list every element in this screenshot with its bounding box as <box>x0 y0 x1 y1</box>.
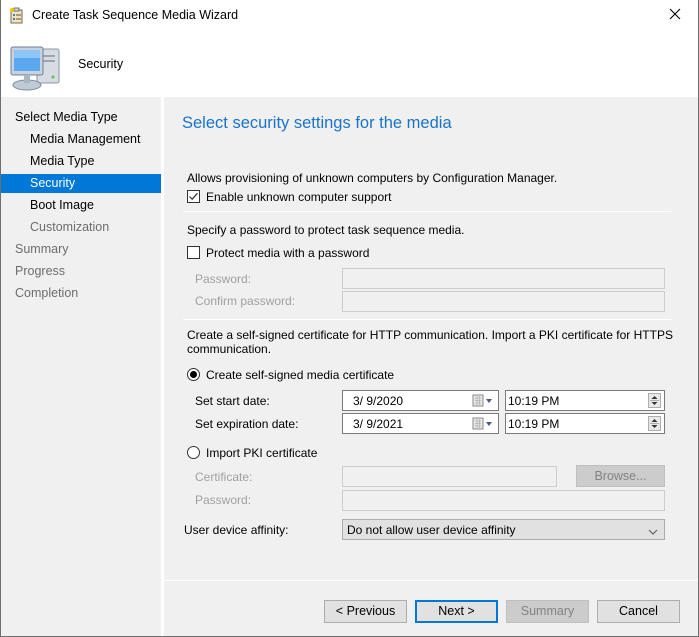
page-heading: Select security settings for the media <box>182 114 452 132</box>
certificate-description-line2: communication. <box>187 342 272 356</box>
certificate-path-label: Certificate: <box>195 470 253 484</box>
sidebar-item-summary: Summary <box>15 242 69 256</box>
pki-password-label: Password: <box>195 493 252 507</box>
header-title: Security <box>78 57 124 71</box>
start-date-picker[interactable]: 3/ 9/2020 <box>342 390 499 411</box>
wizard-window: Create Task Sequence Media Wizard Securi… <box>0 0 699 637</box>
confirm-password-label: Confirm password: <box>195 294 296 308</box>
protect-media-password-label[interactable]: Protect media with a password <box>206 246 369 260</box>
sidebar-item-customization: Customization <box>30 220 110 234</box>
user-device-affinity-label: User device affinity: <box>184 523 289 537</box>
start-time-spinner[interactable] <box>648 393 661 408</box>
window-title: Create Task Sequence Media Wizard <box>32 8 239 22</box>
import-pki-certificate-label[interactable]: Import PKI certificate <box>206 446 317 460</box>
sidebar-item-boot-image[interactable]: Boot Image <box>1 196 161 215</box>
certificate-description-line1: Create a self-signed certificate for HTT… <box>187 328 673 342</box>
wizard-steps-sidebar: Select Media Type Media Management Media… <box>1 97 162 636</box>
protect-media-password-checkbox[interactable] <box>187 246 200 259</box>
spinner-arrows-icon <box>650 396 659 405</box>
expiration-date-picker[interactable]: 3/ 9/2021 <box>342 413 499 434</box>
close-button[interactable] <box>652 0 698 31</box>
password-description: Specify a password to protect task seque… <box>187 223 465 237</box>
section-divider <box>183 211 671 212</box>
sidebar-item-select-media-type[interactable]: Select Media Type <box>1 108 161 127</box>
import-pki-certificate-radio[interactable] <box>187 446 200 459</box>
summary-button: Summary <box>506 600 589 623</box>
start-time-picker[interactable]: 10:19 PM <box>505 390 665 411</box>
sidebar-item-progress: Progress <box>15 264 66 278</box>
computer-icon <box>9 41 65 93</box>
cancel-button[interactable]: Cancel <box>597 600 680 623</box>
confirm-password-field <box>342 291 665 312</box>
radio-selected-dot <box>190 371 197 378</box>
spinner-arrows-icon <box>650 419 659 428</box>
enable-unknown-computer-label[interactable]: Enable unknown computer support <box>206 190 391 204</box>
wizard-header: Security <box>1 31 698 96</box>
expiration-time-picker[interactable]: 10:19 PM <box>505 413 665 434</box>
sidebar-item-media-management[interactable]: Media Management <box>1 130 161 149</box>
expiration-date-label: Set expiration date: <box>195 417 299 431</box>
password-label: Password: <box>195 272 252 286</box>
certificate-path-field <box>342 466 557 487</box>
user-device-affinity-dropdown[interactable]: Do not allow user device affinity <box>342 519 665 540</box>
pki-password-field <box>342 490 665 511</box>
sidebar-item-completion: Completion <box>15 286 79 300</box>
previous-button[interactable]: < Previous <box>324 600 407 623</box>
close-icon <box>669 8 681 23</box>
sidebar-item-security[interactable]: Security <box>1 174 161 193</box>
footer-divider <box>164 580 698 581</box>
browse-button: Browse... <box>576 465 665 487</box>
checkmark-icon <box>189 192 198 201</box>
sidebar-item-media-type[interactable]: Media Type <box>1 152 161 171</box>
start-date-label: Set start date: <box>195 394 270 408</box>
wizard-app-icon <box>9 7 25 24</box>
enable-unknown-computer-checkbox[interactable] <box>187 190 200 203</box>
next-button[interactable]: Next > <box>415 600 498 623</box>
expiration-time-spinner[interactable] <box>648 416 661 431</box>
password-field <box>342 268 665 289</box>
wizard-page: Select security settings for the media A… <box>164 97 698 636</box>
calendar-dropdown-icon[interactable] <box>472 417 494 431</box>
section-divider <box>183 319 671 320</box>
self-signed-certificate-label[interactable]: Create self-signed media certificate <box>206 368 394 382</box>
calendar-dropdown-icon[interactable] <box>472 394 494 408</box>
title-bar: Create Task Sequence Media Wizard <box>1 0 698 31</box>
unknown-computer-description: Allows provisioning of unknown computers… <box>187 171 558 185</box>
chevron-down-icon <box>648 525 658 535</box>
self-signed-certificate-radio[interactable] <box>187 368 200 381</box>
